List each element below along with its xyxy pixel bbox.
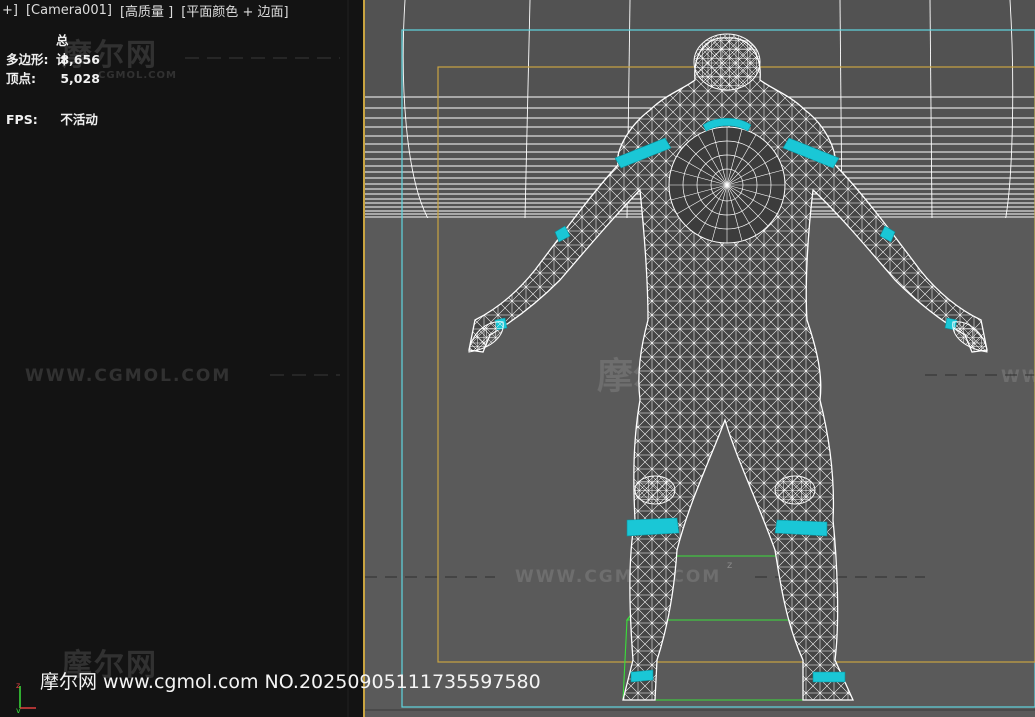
left-panel-guide-dashes [185, 0, 349, 717]
wireframe-scene[interactable]: 摩尔网 WWW.CGMOL.COM WWW.CGMOL.COM [365, 0, 1035, 717]
svg-text:z: z [16, 681, 20, 690]
credit-watermark: 摩尔网 www.cgmol.com NO.2025090511173559758… [40, 671, 541, 693]
svg-text:v: v [16, 706, 21, 714]
pivot-z-marker: z [727, 560, 732, 571]
watermark-url-center: WWW.CGMOL.COM [515, 567, 721, 587]
camera-viewport[interactable]: 摩尔网 WWW.CGMOL.COM WWW.CGMOL.COM [365, 0, 1035, 717]
left-panel: +] [Camera001] [高质量 ] [平面颜色 + 边面] 总计 多边形… [0, 0, 364, 717]
left-knee-pad [634, 475, 676, 505]
watermark-url-right: WWW.CGMOL.COM [1001, 367, 1035, 387]
axis-gizmo-icon: z v [16, 681, 36, 714]
right-knee-pad [774, 475, 816, 505]
back-radial-mesh [668, 126, 786, 244]
